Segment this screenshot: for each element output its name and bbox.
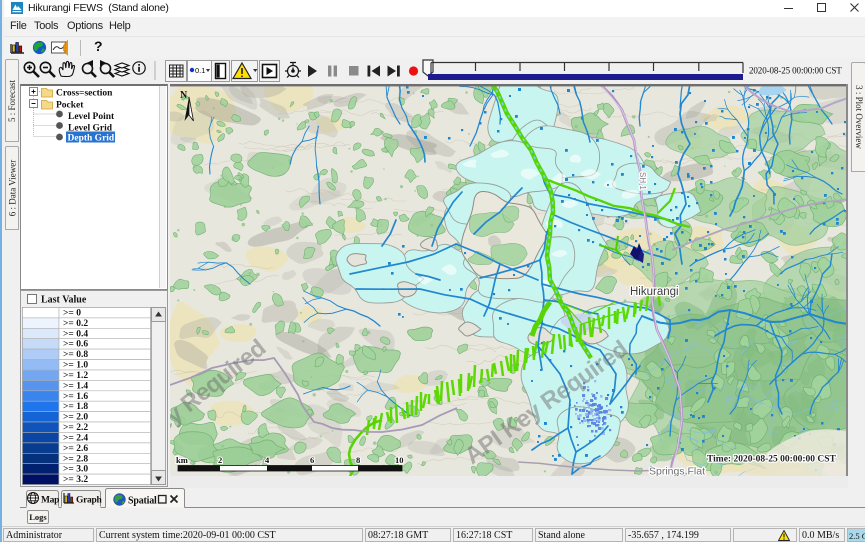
svg-text:8: 8 [356, 455, 360, 465]
svg-text:Level Point: Level Point [68, 112, 115, 122]
svg-text:>= 0: >= 0 [63, 309, 81, 319]
svg-text:Last Value: Last Value [41, 295, 87, 306]
svg-text:>= 3.2: >= 3.2 [63, 475, 88, 485]
svg-text:Hikurangi: Hikurangi [630, 286, 679, 298]
svg-text:Graph: Graph [76, 496, 102, 506]
svg-text:>= 0.2: >= 0.2 [63, 319, 88, 329]
svg-text:>= 3.0: >= 3.0 [63, 465, 88, 475]
svg-text:>= 2.8: >= 2.8 [63, 454, 88, 464]
svg-text:>= 1.4: >= 1.4 [63, 381, 88, 391]
svg-text:>= 1.0: >= 1.0 [63, 361, 88, 371]
svg-text:6: 6 [310, 455, 314, 465]
svg-text:Spatial: Spatial [128, 496, 157, 507]
svg-text:>= 1.8: >= 1.8 [63, 402, 88, 412]
svg-text:Pocket: Pocket [56, 101, 84, 111]
svg-text:km: km [176, 455, 188, 465]
svg-text:>= 0.6: >= 0.6 [63, 340, 88, 350]
svg-text:2020-08-25 00:00:00 CST: 2020-08-25 00:00:00 CST [749, 66, 842, 76]
svg-text:Depth Grid: Depth Grid [68, 134, 115, 144]
svg-text:>= 1.6: >= 1.6 [63, 392, 88, 402]
svg-text:>= 2.2: >= 2.2 [63, 423, 88, 433]
svg-text:2: 2 [218, 455, 222, 465]
svg-text:>= 0.8: >= 0.8 [63, 350, 88, 360]
svg-text:Time: 2020-08-25 00:00:00 CST: Time: 2020-08-25 00:00:00 CST [707, 455, 837, 465]
svg-text:>= 1.2: >= 1.2 [63, 371, 88, 381]
svg-text:>= 0.4: >= 0.4 [63, 329, 88, 339]
svg-text:Springs Flat: Springs Flat [649, 466, 705, 477]
svg-text:Cross=section: Cross=section [56, 89, 113, 99]
svg-text:>= 2.6: >= 2.6 [63, 444, 88, 454]
svg-text:Level Grid: Level Grid [68, 124, 113, 134]
svg-text:>= 2.0: >= 2.0 [63, 413, 88, 423]
svg-text:Map: Map [41, 496, 59, 506]
svg-text:>= 2.4: >= 2.4 [63, 433, 88, 443]
svg-text:10: 10 [395, 455, 404, 465]
svg-text:SH 1: SH 1 [638, 172, 647, 190]
svg-text:N: N [180, 90, 188, 101]
svg-text:0.1: 0.1 [195, 66, 205, 75]
